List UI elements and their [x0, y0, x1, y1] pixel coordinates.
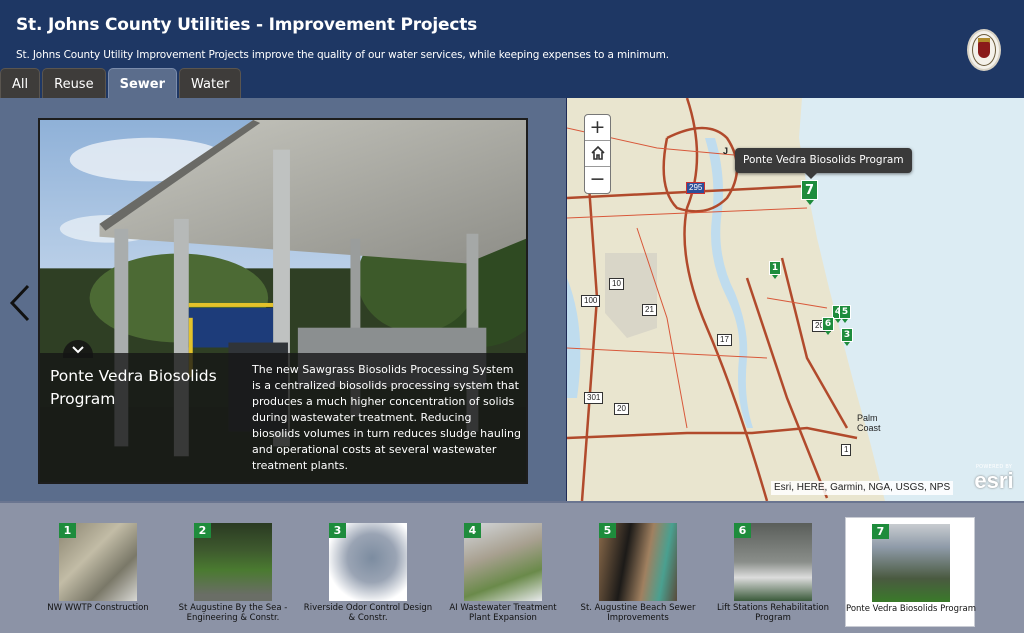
map-view[interactable]: J Palm Coast 295 10 100 21 17 301 20 206… — [566, 98, 1024, 501]
project-thumb[interactable]: 1 NW WWTP Construction — [33, 517, 163, 627]
project-thumb[interactable]: 5 St. Augustine Beach Sewer Improvements — [573, 517, 703, 627]
road-shield: 21 — [642, 304, 657, 316]
thumb-number: 2 — [194, 523, 211, 538]
tab-all[interactable]: All — [0, 68, 41, 98]
home-icon — [590, 145, 605, 160]
map-label-palm: Palm — [857, 413, 878, 423]
map-attribution: Esri, HERE, Garmin, NGA, USGS, NPS — [771, 481, 954, 495]
thumb-label: AI Wastewater Treatment Plant Expansion — [449, 603, 557, 623]
category-tabs: All Reuse Sewer Water — [0, 68, 243, 98]
tab-water[interactable]: Water — [179, 68, 242, 98]
project-carousel: 1 NW WWTP Construction 2 St Augustine By… — [0, 501, 1024, 633]
feature-photo: Ponte Vedra Biosolids Program The new Sa… — [38, 118, 528, 484]
thumb-label: Lift Stations Rehabilitation Program — [717, 603, 829, 623]
thumb-number: 6 — [734, 523, 751, 538]
thumb-number: 7 — [872, 524, 889, 539]
thumb-image: 3 — [329, 523, 407, 601]
feature-description: The new Sawgrass Biosolids Processing Sy… — [252, 363, 521, 472]
project-thumb[interactable]: 3 Riverside Odor Control Design & Constr… — [303, 517, 433, 627]
thumb-image: 5 — [599, 523, 677, 601]
map-marker[interactable]: 3 — [841, 328, 853, 346]
project-thumb-selected[interactable]: 7 Ponte Vedra Biosolids Program — [845, 517, 976, 627]
road-shield: 100 — [581, 295, 601, 307]
road-shield: 10 — [609, 278, 624, 290]
thumb-image: 7 — [872, 524, 950, 602]
thumb-number: 4 — [464, 523, 481, 538]
map-label-coast: Coast — [857, 423, 881, 433]
thumb-image: 4 — [464, 523, 542, 601]
tab-reuse[interactable]: Reuse — [42, 68, 106, 98]
map-marker[interactable]: 5 — [839, 305, 851, 323]
thumb-label: St. Augustine Beach Sewer Improvements — [580, 603, 696, 623]
project-thumb[interactable]: 4 AI Wastewater Treatment Plant Expansio… — [438, 517, 568, 627]
thumb-image: 1 — [59, 523, 137, 601]
map-marker[interactable]: 6 — [822, 317, 834, 335]
feature-panel: Ponte Vedra Biosolids Program The new Sa… — [0, 98, 566, 501]
thumb-number: 3 — [329, 523, 346, 538]
zoom-in-button[interactable]: + — [585, 115, 610, 141]
esri-logo[interactable]: POWERED BY esri — [969, 464, 1019, 496]
page-title: St. Johns County Utilities - Improvement… — [16, 15, 478, 35]
thumb-image: 2 — [194, 523, 272, 601]
thumb-label: Ponte Vedra Biosolids Program — [846, 604, 976, 614]
chevron-left-icon[interactable] — [8, 283, 34, 323]
map-marker[interactable]: 1 — [769, 261, 781, 279]
road-shield: 17 — [717, 334, 732, 346]
map-label-city: J — [723, 146, 729, 156]
road-shield: 1 — [841, 444, 852, 456]
feature-caption: Ponte Vedra Biosolids Program The new Sa… — [40, 353, 526, 482]
thumb-image: 6 — [734, 523, 812, 601]
map-tooltip: Ponte Vedra Biosolids Program — [735, 148, 912, 179]
esri-wordmark: esri — [974, 468, 1014, 493]
thumb-label: St Augustine By the Sea - Engineering & … — [178, 603, 288, 623]
home-button[interactable] — [585, 141, 610, 167]
project-thumb[interactable]: 6 Lift Stations Rehabilitation Program — [708, 517, 838, 627]
zoom-out-button[interactable]: − — [585, 167, 610, 193]
thumb-number: 5 — [599, 523, 616, 538]
thumb-label: NW WWTP Construction — [47, 603, 149, 613]
page-subtitle: St. Johns County Utility Improvement Pro… — [16, 49, 669, 61]
road-shield: 301 — [584, 392, 604, 404]
project-thumb[interactable]: 2 St Augustine By the Sea - Engineering … — [168, 517, 298, 627]
road-shield: 295 — [686, 182, 706, 194]
thumb-number: 1 — [59, 523, 76, 538]
feature-title: Ponte Vedra Biosolids Program — [50, 367, 217, 408]
road-shield: 20 — [614, 403, 629, 415]
thumb-label: Riverside Odor Control Design & Constr. — [303, 603, 433, 623]
county-seal-icon — [967, 29, 1001, 71]
zoom-control: + − — [584, 114, 611, 194]
tab-sewer[interactable]: Sewer — [107, 68, 178, 98]
map-marker-selected[interactable]: 7 — [801, 180, 818, 205]
